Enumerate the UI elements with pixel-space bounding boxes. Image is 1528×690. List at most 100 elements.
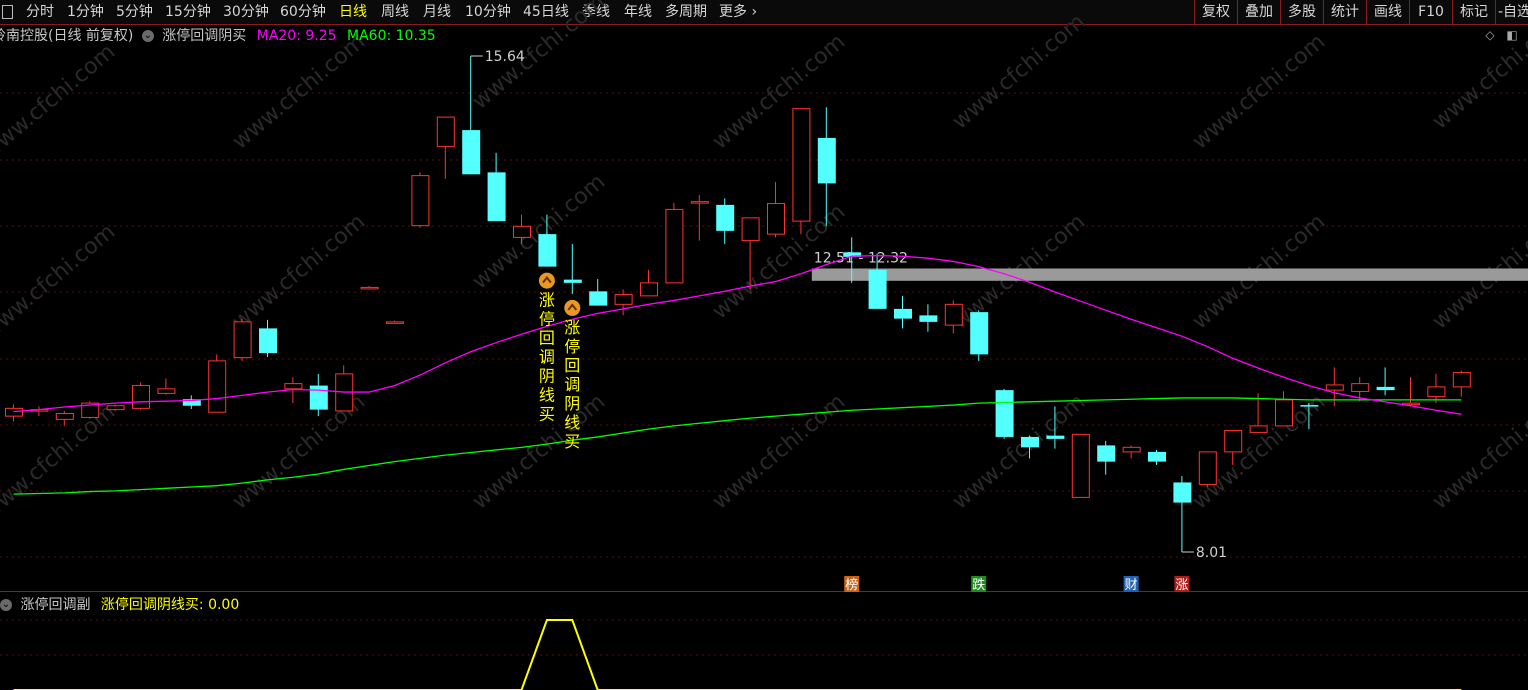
sub-signal-line xyxy=(13,619,1462,690)
ma60-value: MA60: 10.35 xyxy=(347,28,436,44)
signal-text-char: 买 xyxy=(564,432,580,451)
settings-dot-icon[interactable]: ⌄ xyxy=(141,30,154,42)
candle-body xyxy=(1427,386,1446,398)
sub-settings-dot-icon[interactable]: ⌄ xyxy=(0,599,12,611)
sub-indicator-value: 涨停回调阴线买: 0.00 xyxy=(100,597,240,613)
watermark-text: www.cfchi.com xyxy=(948,9,1090,134)
high-label: 15.64 xyxy=(485,49,525,65)
sub-indicator-panel xyxy=(13,619,1462,690)
candle-body xyxy=(868,269,887,309)
candle-body xyxy=(259,328,277,354)
candle-body xyxy=(1173,482,1192,503)
main-info-bar: 岭南控股(日线 前复权) ⌄ 涨停回调阴买 MA20: 9.25 MA60: 1… xyxy=(0,25,436,47)
diamond-icon[interactable]: ◇ xyxy=(1484,29,1496,41)
chart-annotations: 15.648.01涨停回调阴线买涨停回调阴线买榜跌财涨 xyxy=(470,49,1227,593)
candle-body xyxy=(716,204,735,231)
candle-body xyxy=(614,294,633,305)
candle-body xyxy=(1198,451,1217,485)
candle-body xyxy=(1097,445,1116,462)
candle-body xyxy=(513,225,531,238)
candle-body xyxy=(1071,433,1090,498)
candle-body xyxy=(284,383,303,390)
candle-body xyxy=(1351,383,1370,392)
ma20-value: MA20: 9.25 xyxy=(256,28,337,44)
watermark-text: www.cfchi.com xyxy=(708,29,850,154)
candle-body xyxy=(5,407,23,417)
watermark-text: www.cfchi.com xyxy=(708,389,850,514)
indicator-name[interactable]: 涨停回调阴买 xyxy=(162,28,246,44)
signal-text-char: 回 xyxy=(539,329,555,348)
resistance-zone: 12.51 - 12.32 xyxy=(811,250,1528,281)
candle-body xyxy=(1021,436,1039,448)
signal-text-char: 回 xyxy=(564,356,580,375)
candle-body xyxy=(1148,451,1166,462)
event-tag-text: 榜 xyxy=(845,577,858,593)
candle-body xyxy=(640,282,658,297)
watermark-text: www.cfchi.com xyxy=(1188,29,1330,154)
signal-text-char: 涨 xyxy=(564,318,580,337)
signal-text-char: 阴 xyxy=(564,394,580,413)
buy-signal-icon xyxy=(564,299,581,316)
candle-body xyxy=(208,360,227,413)
watermark-text: www.cfchi.com xyxy=(228,29,370,154)
signal-text-char: 线 xyxy=(564,413,580,432)
candle-body xyxy=(944,303,963,326)
candle-body xyxy=(919,315,938,322)
low-label: 8.01 xyxy=(1196,545,1227,561)
candle-body xyxy=(436,116,455,147)
chart-grid xyxy=(0,92,1528,656)
candle-body xyxy=(995,390,1014,437)
candle-body xyxy=(894,308,912,319)
window-toggle-icon[interactable]: ◧ xyxy=(1506,29,1518,41)
candle-body xyxy=(487,172,506,222)
watermark-text: www.cfchi.com xyxy=(948,389,1090,514)
candle-body xyxy=(767,203,785,235)
watermark-text: www.cfchi.com xyxy=(228,209,370,334)
candle-body xyxy=(55,413,74,420)
candle-body xyxy=(1376,386,1395,391)
signal-text-char: 停 xyxy=(564,337,580,356)
candle-body xyxy=(411,175,430,227)
candle-body xyxy=(1300,405,1319,407)
candle-body xyxy=(462,130,481,175)
candle-body xyxy=(741,217,760,242)
candle-body xyxy=(1249,425,1268,433)
watermark-text: www.cfchi.com xyxy=(1428,389,1528,514)
candle-body xyxy=(360,286,379,290)
signal-text-char: 买 xyxy=(539,405,555,424)
candle-body xyxy=(970,312,989,355)
stock-title[interactable]: 岭南控股(日线 前复权) xyxy=(0,28,133,44)
event-tag-text: 跌 xyxy=(972,577,985,593)
candle-body xyxy=(386,321,404,324)
candle-body xyxy=(1325,384,1344,391)
sub-indicator-name[interactable]: 涨停回调副 xyxy=(20,597,90,613)
signal-text-char: 阴 xyxy=(539,367,555,386)
candle-body xyxy=(132,385,150,409)
candle-body xyxy=(690,201,709,204)
candle-body xyxy=(589,291,608,306)
candle-body xyxy=(563,279,582,283)
candle-body xyxy=(1275,399,1293,427)
candle-body xyxy=(157,388,176,394)
candle-body xyxy=(792,108,811,222)
event-tag-text: 财 xyxy=(1125,578,1138,593)
candle-body xyxy=(1224,429,1243,453)
signal-text-char: 涨 xyxy=(539,291,555,310)
candle-body xyxy=(233,321,252,359)
candle-body xyxy=(1452,372,1471,388)
sub-info-bar: ⌄ 涨停回调副 涨停回调阴线买: 0.00 xyxy=(0,594,239,616)
resistance-band xyxy=(811,268,1528,281)
watermark-text: www.cfchi.com xyxy=(0,39,120,164)
candle-body xyxy=(1122,446,1141,453)
candle-body xyxy=(538,234,557,267)
candle-body xyxy=(309,385,328,410)
candle-body xyxy=(1046,435,1065,439)
signal-text-char: 停 xyxy=(539,310,555,329)
signal-text-char: 线 xyxy=(539,386,555,405)
buy-signal-icon xyxy=(538,272,555,289)
kline-chart[interactable]: www.cfchi.com www.cfchi.com www.cfchi.com w… xyxy=(0,0,1528,690)
signal-text-char: 调 xyxy=(564,375,580,394)
event-tag-text: 涨 xyxy=(1175,578,1188,593)
watermark-layer: www.cfchi.com www.cfchi.com www.cfchi.com w… xyxy=(0,0,1528,525)
candle-body xyxy=(665,208,684,284)
